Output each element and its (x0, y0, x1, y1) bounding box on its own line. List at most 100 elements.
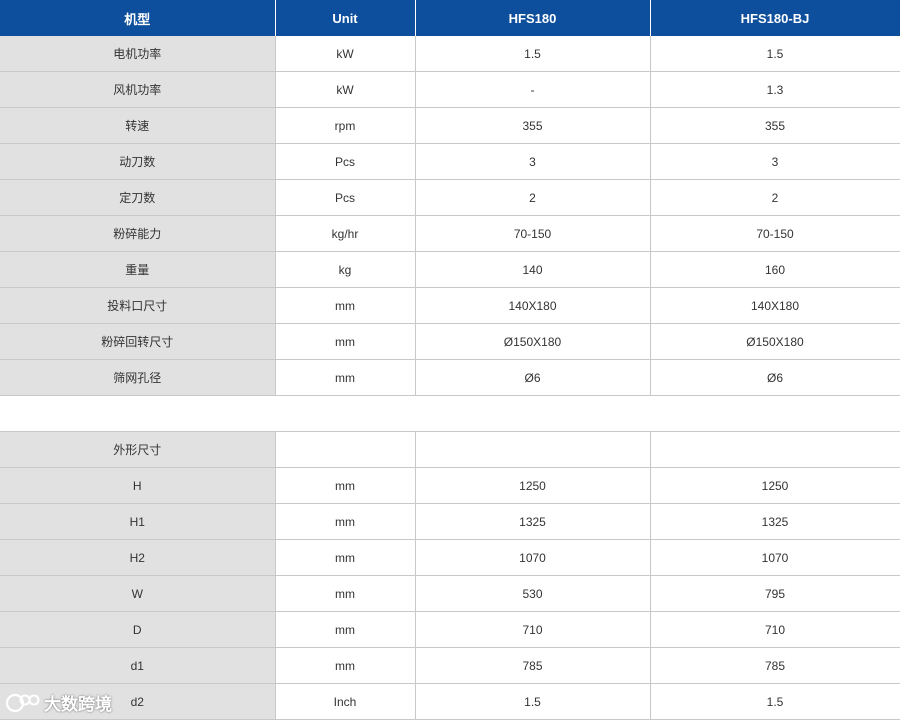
row-label: 粉碎回转尺寸 (0, 323, 276, 360)
row-unit: mm (275, 611, 416, 648)
header-model: 机型 (0, 0, 276, 36)
row-label: H2 (0, 539, 276, 576)
empty-cell (415, 431, 651, 468)
table-row: 筛网孔径 mm Ø6 Ø6 (0, 359, 900, 396)
header-row: 机型 Unit HFS180 HFS180-BJ (0, 0, 900, 36)
row-label: 投料口尺寸 (0, 287, 276, 324)
row-label: 动刀数 (0, 143, 276, 180)
row-hfs180: 140X180 (415, 287, 651, 324)
table-row: d1 mm 785 785 (0, 647, 900, 684)
table-row: 投料口尺寸 mm 140X180 140X180 (0, 287, 900, 324)
row-hfs180-bj: 140X180 (650, 287, 900, 324)
table-row: 粉碎能力 kg/hr 70-150 70-150 (0, 215, 900, 252)
row-hfs180: 2 (415, 179, 651, 216)
row-unit: kW (275, 71, 416, 108)
spacer-cell (0, 395, 900, 432)
row-label: W (0, 575, 276, 612)
table-row: H2 mm 1070 1070 (0, 539, 900, 576)
row-label: 重量 (0, 251, 276, 288)
row-label: D (0, 611, 276, 648)
dimensions-title: 外形尺寸 (0, 431, 276, 468)
row-hfs180-bj: Ø6 (650, 359, 900, 396)
row-unit: rpm (275, 107, 416, 144)
row-hfs180: 3 (415, 143, 651, 180)
row-unit: Pcs (275, 143, 416, 180)
spacer-row (0, 395, 900, 432)
row-hfs180-bj: 710 (650, 611, 900, 648)
row-hfs180-bj: 785 (650, 647, 900, 684)
row-hfs180-bj: Ø150X180 (650, 323, 900, 360)
table-row: 电机功率 kW 1.5 1.5 (0, 36, 900, 72)
table-row: 转速 rpm 355 355 (0, 107, 900, 144)
row-hfs180-bj: 795 (650, 575, 900, 612)
row-label: d1 (0, 647, 276, 684)
row-hfs180: 1325 (415, 503, 651, 540)
row-unit: mm (275, 503, 416, 540)
watermark: 大数跨境 (6, 690, 112, 715)
header-unit: Unit (275, 0, 416, 36)
row-hfs180-bj: 2 (650, 179, 900, 216)
row-hfs180-bj: 1250 (650, 467, 900, 504)
row-unit: kW (275, 36, 416, 72)
row-hfs180: 1250 (415, 467, 651, 504)
empty-cell (650, 431, 900, 468)
row-hfs180: Ø150X180 (415, 323, 651, 360)
row-label: 转速 (0, 107, 276, 144)
header-hfs180: HFS180 (415, 0, 651, 36)
row-unit: mm (275, 359, 416, 396)
table-row: d2 Inch 1.5 1.5 (0, 683, 900, 720)
row-label: 风机功率 (0, 71, 276, 108)
row-unit: mm (275, 575, 416, 612)
row-hfs180-bj: 1.5 (650, 683, 900, 720)
row-unit: kg (275, 251, 416, 288)
row-hfs180: 710 (415, 611, 651, 648)
row-unit: kg/hr (275, 215, 416, 252)
row-hfs180: 785 (415, 647, 651, 684)
row-label: 定刀数 (0, 179, 276, 216)
row-hfs180: 1070 (415, 539, 651, 576)
row-label: 筛网孔径 (0, 359, 276, 396)
table-row: 重量 kg 140 160 (0, 251, 900, 288)
table-row: D mm 710 710 (0, 611, 900, 648)
header-hfs180-bj: HFS180-BJ (650, 0, 900, 36)
row-hfs180: 1.5 (415, 683, 651, 720)
row-hfs180: - (415, 71, 651, 108)
row-unit: mm (275, 539, 416, 576)
row-unit: Inch (275, 683, 416, 720)
table-row: 风机功率 kW - 1.3 (0, 71, 900, 108)
dimensions-title-row: 外形尺寸 (0, 431, 900, 468)
row-hfs180-bj: 355 (650, 107, 900, 144)
row-unit: Pcs (275, 179, 416, 216)
row-hfs180: 530 (415, 575, 651, 612)
watermark-text: 大数跨境 (44, 695, 112, 714)
row-label: 电机功率 (0, 36, 276, 72)
row-hfs180: 1.5 (415, 36, 651, 72)
table-row: W mm 530 795 (0, 575, 900, 612)
row-hfs180: Ø6 (415, 359, 651, 396)
row-hfs180-bj: 70-150 (650, 215, 900, 252)
row-hfs180-bj: 1325 (650, 503, 900, 540)
row-hfs180: 140 (415, 251, 651, 288)
row-hfs180: 355 (415, 107, 651, 144)
row-hfs180-bj: 1.5 (650, 36, 900, 72)
row-hfs180-bj: 160 (650, 251, 900, 288)
table-row: 粉碎回转尺寸 mm Ø150X180 Ø150X180 (0, 323, 900, 360)
spec-table: 机型 Unit HFS180 HFS180-BJ 电机功率 kW 1.5 1.5… (0, 0, 900, 720)
watermark-logo-icon (6, 692, 40, 714)
row-hfs180-bj: 1.3 (650, 71, 900, 108)
table-row: H mm 1250 1250 (0, 467, 900, 504)
row-unit: mm (275, 323, 416, 360)
table-row: 动刀数 Pcs 3 3 (0, 143, 900, 180)
row-unit: mm (275, 647, 416, 684)
table-row: H1 mm 1325 1325 (0, 503, 900, 540)
row-hfs180: 70-150 (415, 215, 651, 252)
row-label: H1 (0, 503, 276, 540)
row-label: H (0, 467, 276, 504)
empty-cell (275, 431, 416, 468)
row-hfs180-bj: 3 (650, 143, 900, 180)
row-hfs180-bj: 1070 (650, 539, 900, 576)
table-row: 定刀数 Pcs 2 2 (0, 179, 900, 216)
row-unit: mm (275, 287, 416, 324)
row-unit: mm (275, 467, 416, 504)
row-label: 粉碎能力 (0, 215, 276, 252)
